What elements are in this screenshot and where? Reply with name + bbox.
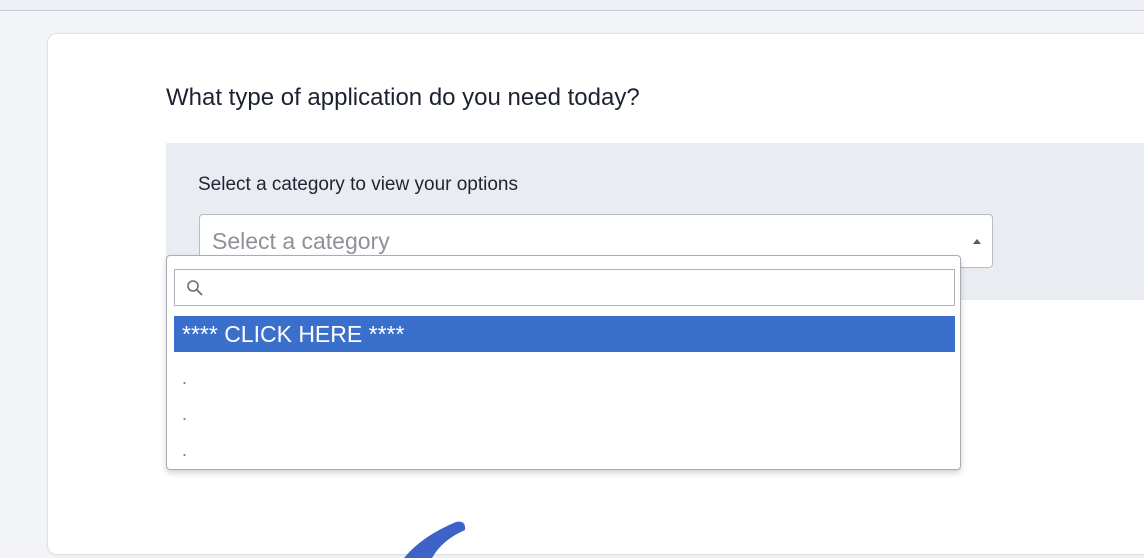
caret-up-icon	[973, 239, 981, 244]
page-question-heading: What type of application do you need tod…	[166, 84, 640, 111]
pointer-arrow-icon	[404, 521, 466, 558]
search-icon	[187, 280, 203, 296]
dropdown-option[interactable]: .	[174, 364, 955, 398]
dropdown-option-click-here[interactable]: **** CLICK HERE ****	[174, 316, 955, 352]
category-select-placeholder: Select a category	[212, 228, 390, 254]
dropdown-option[interactable]: .	[174, 400, 955, 434]
top-header-strip	[0, 0, 1144, 11]
dropdown-option[interactable]: .	[174, 436, 955, 470]
category-select-label: Select a category to view your options	[198, 174, 519, 195]
dropdown-search-input[interactable]	[207, 270, 951, 307]
category-dropdown: **** CLICK HERE **** . . .	[166, 255, 961, 470]
dropdown-search-field[interactable]	[174, 269, 955, 307]
